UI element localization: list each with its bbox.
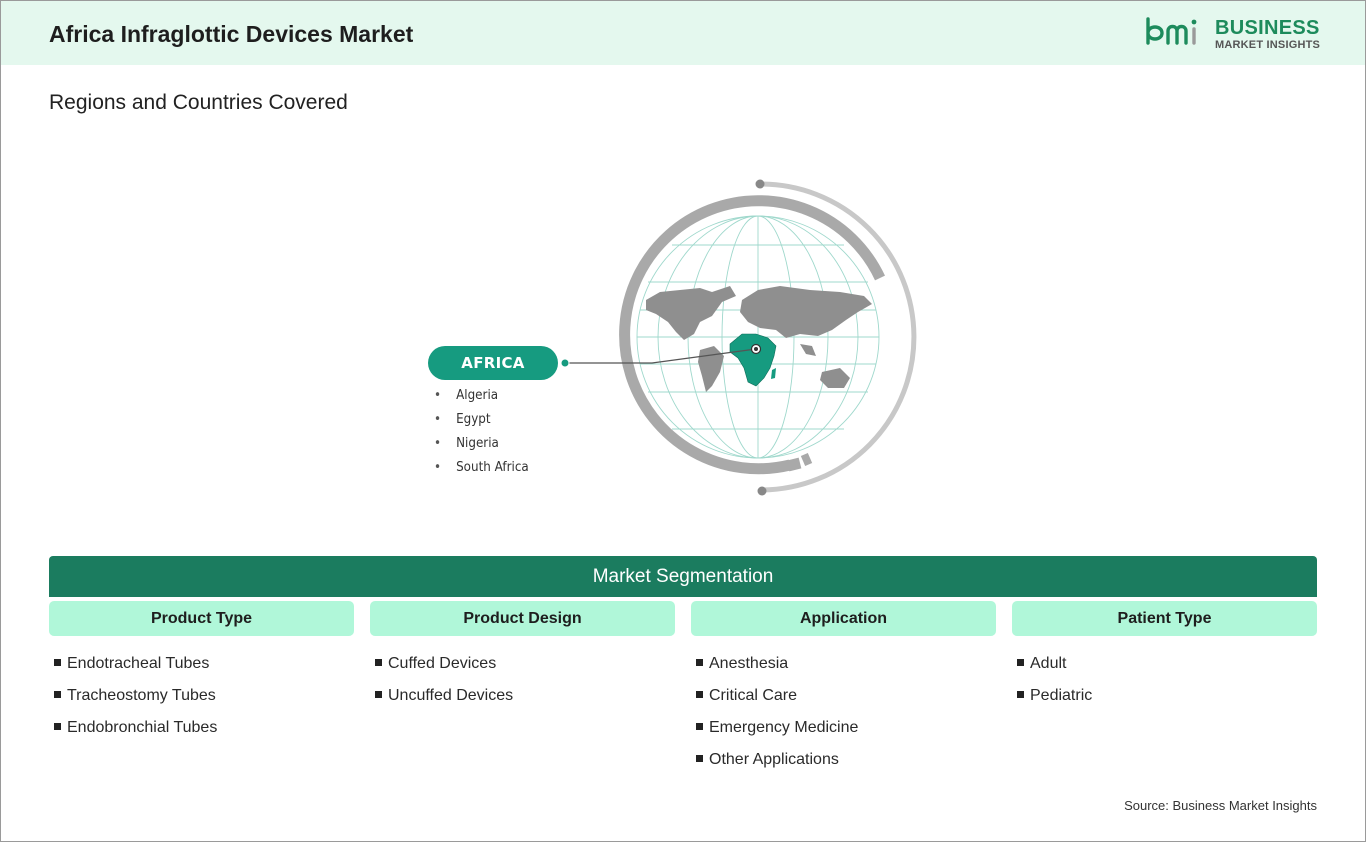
region-pill-africa: AFRICA (428, 346, 558, 380)
ring-end-dot-top (755, 179, 765, 189)
segment-column-application: Application Anesthesia Critical Care Eme… (691, 601, 996, 782)
source-note: Source: Business Market Insights (1124, 798, 1317, 813)
ring-tick-1 (786, 457, 802, 472)
segment-item: Endobronchial Tubes (54, 718, 354, 750)
segment-header: Product Design (370, 601, 675, 636)
segment-item: Pediatric (1017, 686, 1317, 718)
segment-item-list: Adult Pediatric (1012, 654, 1317, 718)
segment-item-list: Anesthesia Critical Care Emergency Medic… (691, 654, 996, 782)
square-bullet-icon (696, 691, 703, 698)
segment-item: Tracheostomy Tubes (54, 686, 354, 718)
segment-item: Adult (1017, 654, 1317, 686)
segment-header: Patient Type (1012, 601, 1317, 636)
africa-highlight-shape (729, 333, 777, 387)
square-bullet-icon (696, 723, 703, 730)
square-bullet-icon (696, 659, 703, 666)
south-america-shape (698, 346, 724, 392)
segment-item: Endotracheal Tubes (54, 654, 354, 686)
eurasia-shape (740, 286, 872, 338)
segment-column-product-design: Product Design Cuffed Devices Uncuffed D… (370, 601, 675, 718)
southeast-asia-shape (800, 344, 816, 356)
square-bullet-icon (54, 723, 61, 730)
ring-end-dot-bottom (757, 486, 767, 496)
country-list: • Algeria • Egypt • Nigeria • South Africa (434, 386, 537, 482)
madagascar-shape (771, 368, 776, 379)
segment-item: Cuffed Devices (375, 654, 675, 686)
segment-item: Emergency Medicine (696, 718, 996, 750)
segment-header: Application (691, 601, 996, 636)
segmentation-title-bar: Market Segmentation (49, 556, 1317, 597)
segment-header: Product Type (49, 601, 354, 636)
square-bullet-icon (375, 691, 382, 698)
country-item: • Algeria (434, 388, 499, 403)
segment-column-product-type: Product Type Endotracheal Tubes Tracheos… (49, 601, 354, 750)
square-bullet-icon (375, 659, 382, 666)
country-item: • Nigeria (434, 436, 499, 451)
square-bullet-icon (696, 755, 703, 762)
country-item: • South Africa (434, 460, 529, 475)
square-bullet-icon (1017, 659, 1024, 666)
region-connector-line (565, 348, 757, 364)
country-item: • Egypt (434, 412, 491, 427)
connector-dot-start (560, 358, 570, 368)
segment-column-patient-type: Patient Type Adult Pediatric (1012, 601, 1317, 718)
segment-item: Anesthesia (696, 654, 996, 686)
square-bullet-icon (54, 691, 61, 698)
square-bullet-icon (54, 659, 61, 666)
australia-shape (820, 368, 850, 388)
square-bullet-icon (1017, 691, 1024, 698)
segment-item: Uncuffed Devices (375, 686, 675, 718)
ring-tick-2 (800, 452, 813, 467)
segment-item-list: Endotracheal Tubes Tracheostomy Tubes En… (49, 654, 354, 750)
segment-item-list: Cuffed Devices Uncuffed Devices (370, 654, 675, 718)
segment-item: Critical Care (696, 686, 996, 718)
segment-item: Other Applications (696, 750, 996, 782)
connector-dot-africa-center (754, 347, 758, 351)
